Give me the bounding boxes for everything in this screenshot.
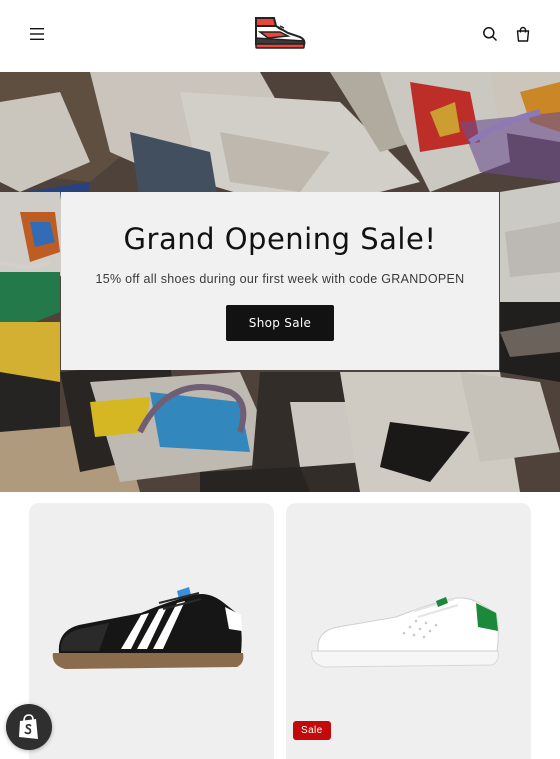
cart-button[interactable] [509,20,537,48]
hero-subtitle: 15% off all shoes during our first week … [95,272,465,286]
hamburger-menu-icon [30,28,44,40]
sneaker-logo [255,17,306,49]
product-card[interactable] [29,503,274,759]
shop-sale-button[interactable]: Shop Sale [226,305,334,341]
hero-banner: Grand Opening Sale! 15% off all shoes du… [0,72,560,492]
search-icon [483,27,498,42]
black-white-sneaker-image [52,587,244,669]
site-header [0,0,560,72]
product-card[interactable]: Sale [286,503,531,759]
shopify-chat-button[interactable] [6,704,52,750]
product-grid: Sale [0,492,560,759]
hero-title: Grand Opening Sale! [123,222,437,256]
menu-button[interactable] [23,20,51,48]
hero-promo-box: Grand Opening Sale! 15% off all shoes du… [61,192,499,370]
sale-badge: Sale [293,721,331,740]
store-logo[interactable] [252,14,308,52]
shopify-bag-icon [19,713,38,739]
cart-icon [516,26,530,42]
search-button[interactable] [476,20,504,48]
